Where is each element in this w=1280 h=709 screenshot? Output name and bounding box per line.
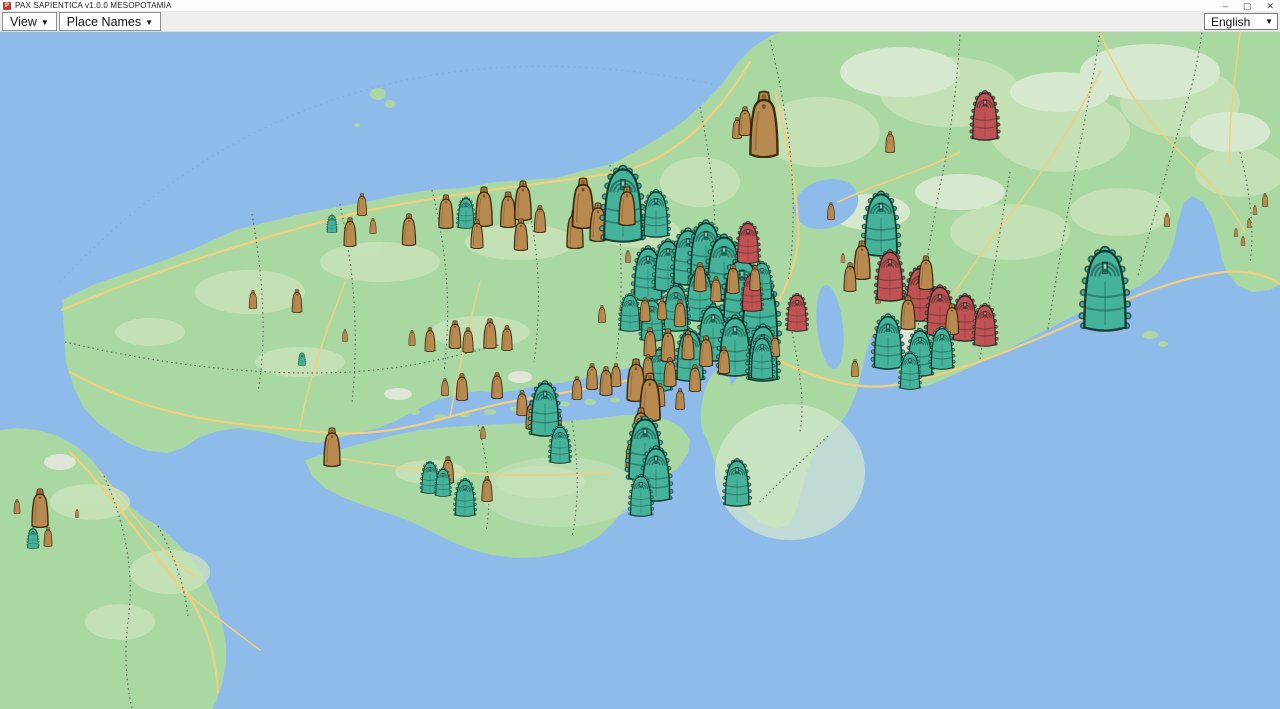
caret-down-icon: ▼ — [41, 18, 49, 27]
map-canvas[interactable] — [0, 32, 1280, 709]
window-controls: – ▢ ✕ — [1223, 0, 1274, 12]
close-button[interactable]: ✕ — [1266, 0, 1274, 12]
maximize-button[interactable]: ▢ — [1243, 0, 1252, 12]
app-logo-icon: P — [3, 2, 11, 10]
place-names-menu-label: Place Names — [67, 15, 141, 29]
language-select-value: English — [1211, 15, 1250, 29]
window-title: PAX SAPIENTICA v1.0.0 MESOPOTAMIA — [15, 1, 172, 10]
caret-down-icon: ▼ — [1265, 17, 1273, 26]
place-names-menu-button[interactable]: Place Names ▼ — [59, 12, 161, 31]
view-menu-label: View — [10, 15, 37, 29]
menubar: View ▼ Place Names ▼ English ▼ — [0, 12, 1280, 32]
titlebar: P PAX SAPIENTICA v1.0.0 MESOPOTAMIA – ▢ … — [0, 0, 1280, 12]
minimize-button[interactable]: – — [1223, 0, 1228, 12]
caret-down-icon: ▼ — [145, 18, 153, 27]
language-select[interactable]: English ▼ — [1204, 13, 1278, 30]
app-window: P PAX SAPIENTICA v1.0.0 MESOPOTAMIA – ▢ … — [0, 0, 1280, 709]
view-menu-button[interactable]: View ▼ — [2, 12, 57, 31]
